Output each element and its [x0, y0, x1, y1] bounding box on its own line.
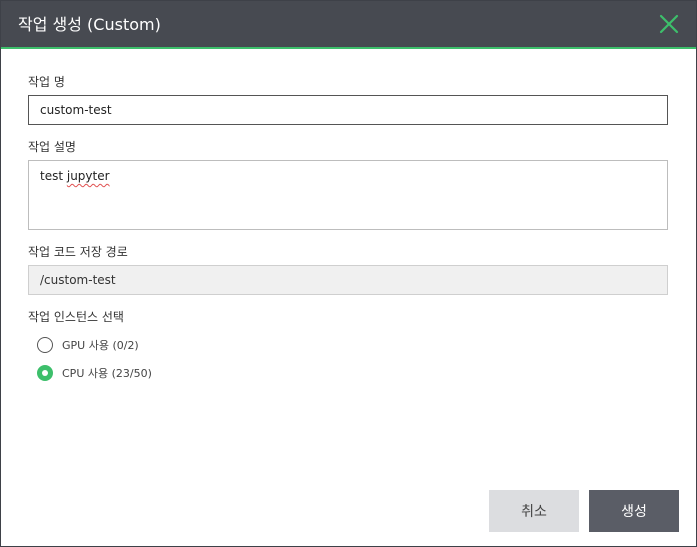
- job-name-input[interactable]: custom-test: [28, 95, 668, 125]
- dialog-title: 작업 생성 (Custom): [18, 15, 161, 34]
- job-name-label: 작업 명: [28, 75, 65, 89]
- job-description-textarea[interactable]: test jupyter: [28, 160, 668, 230]
- radio-label-cpu: CPU 사용 (23/50): [62, 367, 152, 380]
- code-path-label: 작업 코드 저장 경로: [28, 245, 128, 259]
- close-icon[interactable]: [657, 12, 681, 36]
- cancel-button[interactable]: 취소: [489, 490, 579, 532]
- radio-option-cpu[interactable]: CPU 사용 (23/50): [37, 364, 152, 382]
- job-description-misspelled-word: jupyter: [66, 169, 110, 183]
- job-description-label: 작업 설명: [28, 140, 76, 154]
- radio-label-gpu: GPU 사용 (0/2): [62, 339, 139, 352]
- radio-option-gpu[interactable]: GPU 사용 (0/2): [37, 336, 139, 354]
- dialog-header: 작업 생성 (Custom): [1, 1, 696, 49]
- create-job-dialog: 작업 생성 (Custom) 작업 명 custom-test 작업 설명 te…: [0, 0, 697, 547]
- radio-checked-icon[interactable]: [37, 365, 53, 381]
- radio-unchecked-icon[interactable]: [37, 337, 53, 353]
- create-button[interactable]: 생성: [589, 490, 679, 532]
- job-description-text: test: [40, 169, 67, 183]
- code-path-input: /custom-test: [28, 265, 668, 295]
- instance-select-label: 작업 인스턴스 선택: [28, 310, 124, 324]
